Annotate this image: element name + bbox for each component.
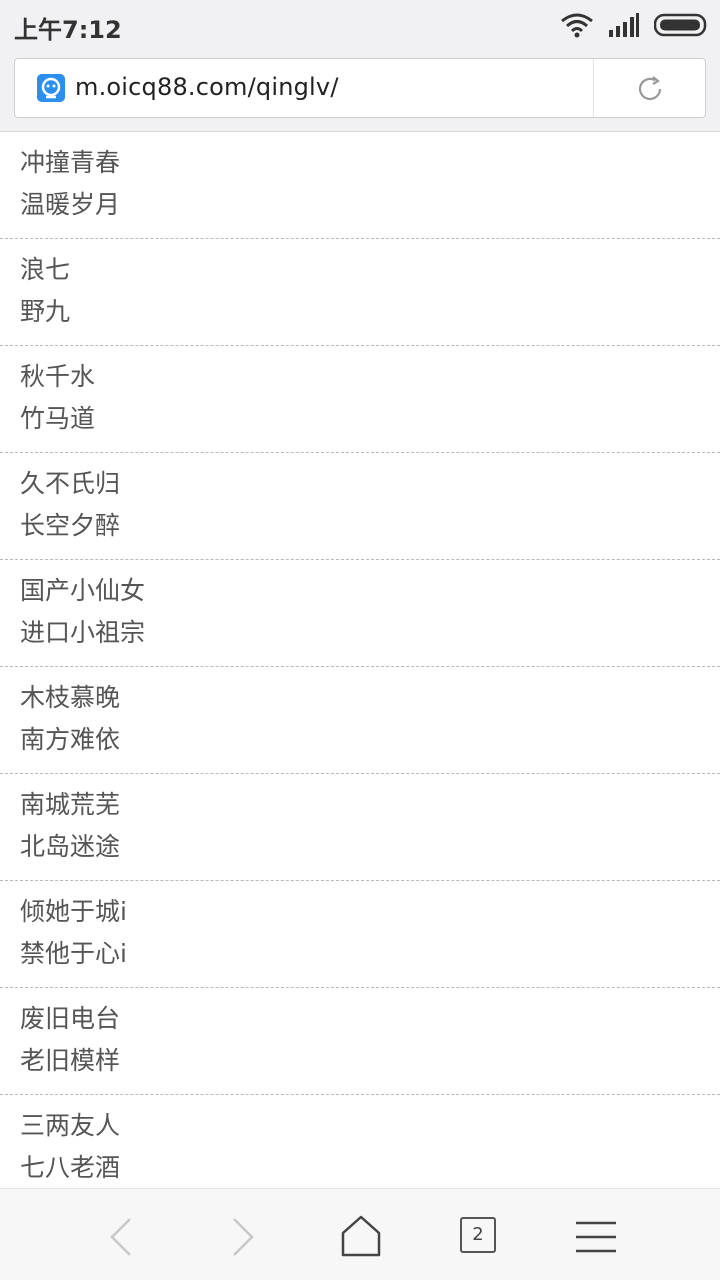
list-item-line-1: 木枝慕晚	[20, 683, 121, 712]
list-item: 久不氏归 长空夕醉	[0, 453, 720, 560]
list-item-line-2: 南方难依	[20, 725, 121, 754]
list-item-line-1: 三两友人	[20, 1111, 121, 1140]
list-item: 三两友人 七八老酒	[0, 1095, 720, 1202]
signal-icon	[609, 13, 639, 37]
list-item-line-2: 温暖岁月	[20, 190, 121, 219]
list-item-line-1: 冲撞青春	[20, 148, 121, 177]
list-item-line-1: 秋千水	[20, 362, 96, 391]
list-item-line-2: 北岛迷途	[20, 832, 121, 861]
list-item: 南城荒芜 北岛迷途	[0, 774, 720, 881]
address-bar[interactable]: m.oicq88.com/qinglv/	[14, 58, 706, 118]
list-item-line-2: 老旧模样	[20, 1046, 121, 1075]
status-time: 上午7:12	[14, 16, 122, 44]
list-item: 浪七 野九	[0, 239, 720, 346]
address-bar-area: m.oicq88.com/qinglv/	[0, 50, 720, 132]
list-item: 废旧电台 老旧模样	[0, 988, 720, 1095]
back-arrow-icon[interactable]	[100, 1215, 144, 1259]
reload-icon[interactable]	[635, 74, 665, 104]
list-item-line-2: 野九	[20, 297, 71, 326]
menu-icon[interactable]	[574, 1215, 618, 1259]
site-favicon-icon	[37, 74, 65, 102]
tabs-button[interactable]: 2	[460, 1217, 496, 1253]
list-item: 木枝慕晚 南方难依	[0, 667, 720, 774]
list-item: 冲撞青春 温暖岁月	[0, 132, 720, 239]
list-item-line-1: 浪七	[20, 255, 71, 284]
url-text[interactable]: m.oicq88.com/qinglv/	[75, 73, 339, 101]
list-item-line-2: 七八老酒	[20, 1153, 121, 1182]
forward-arrow-icon[interactable]	[220, 1215, 264, 1259]
list-item-line-1: 久不氏归	[20, 469, 121, 498]
browser-bottom-bar: 2	[0, 1188, 720, 1280]
status-bar: 上午7:12	[0, 0, 720, 50]
wifi-icon	[561, 13, 593, 38]
home-icon[interactable]	[338, 1213, 384, 1259]
list-item-line-2: 长空夕醉	[20, 511, 121, 540]
list-item: 国产小仙女 进口小祖宗	[0, 560, 720, 667]
status-icons	[560, 12, 708, 38]
list-item-line-1: 南城荒芜	[20, 790, 121, 819]
list-item: 倾她于城i 禁他于心i	[0, 881, 720, 988]
couple-name-list: 冲撞青春 温暖岁月 浪七 野九 秋千水 竹马道 久不氏归 长空夕醉 国产小仙女 …	[0, 132, 720, 1202]
list-item-line-1: 国产小仙女	[20, 576, 146, 605]
url-divider	[593, 59, 594, 117]
list-item-line-2: 竹马道	[20, 404, 96, 433]
list-item: 秋千水 竹马道	[0, 346, 720, 453]
list-item-line-2: 进口小祖宗	[20, 618, 146, 647]
list-item-line-1: 废旧电台	[20, 1004, 121, 1033]
list-item-line-1: 倾她于城i	[20, 897, 127, 926]
list-item-line-2: 禁他于心i	[20, 939, 127, 968]
battery-icon	[654, 13, 707, 37]
